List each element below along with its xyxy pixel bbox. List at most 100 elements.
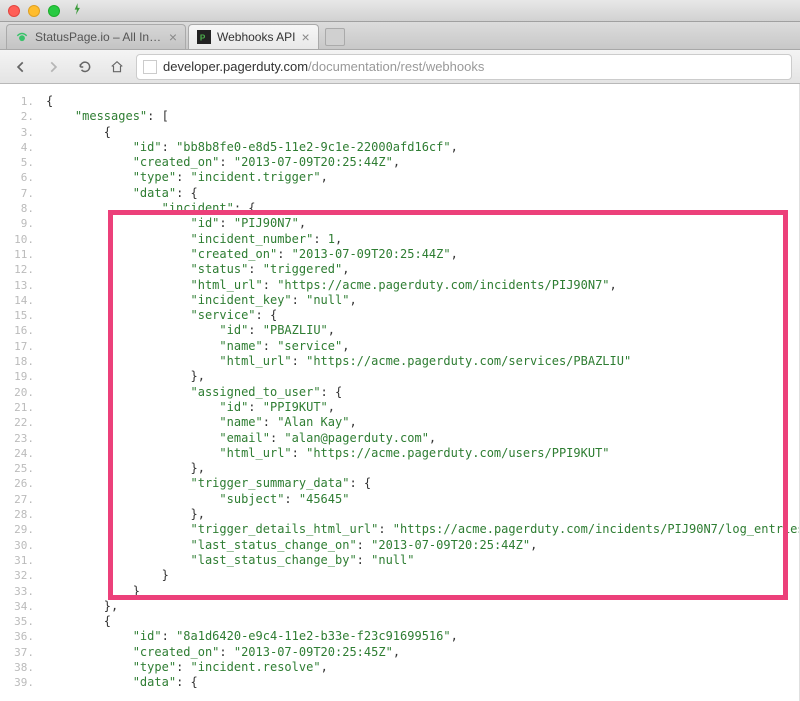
line-number: 30. — [14, 538, 46, 553]
line-content: "html_url": "https://acme.pagerduty.com/… — [46, 278, 799, 293]
forward-button[interactable] — [40, 55, 66, 79]
line-content: "name": "Alan Kay", — [46, 415, 799, 430]
line-number: 4. — [14, 140, 46, 155]
code-line: 20. "assigned_to_user": { — [14, 385, 799, 400]
browser-tab[interactable]: StatusPage.io – All Incide × — [6, 24, 186, 49]
code-line: 10. "incident_number": 1, — [14, 232, 799, 247]
url-host: developer.pagerduty.com — [163, 59, 308, 74]
code-line: 8. "incident": { — [14, 201, 799, 216]
line-content: "last_status_change_on": "2013-07-09T20:… — [46, 538, 799, 553]
window-titlebar — [0, 0, 800, 22]
window-close-button[interactable] — [8, 5, 20, 17]
line-content: } — [46, 584, 799, 599]
window-maximize-button[interactable] — [48, 5, 60, 17]
line-number: 22. — [14, 415, 46, 430]
tab-close-icon[interactable]: × — [302, 29, 310, 45]
line-number: 20. — [14, 385, 46, 400]
app-indicator-icon — [70, 2, 84, 19]
line-number: 12. — [14, 262, 46, 277]
line-number: 9. — [14, 216, 46, 231]
code-line: 24. "html_url": "https://acme.pagerduty.… — [14, 446, 799, 461]
line-number: 37. — [14, 645, 46, 660]
url-path: /documentation/rest/webhooks — [308, 59, 484, 74]
line-number: 18. — [14, 354, 46, 369]
tab-close-icon[interactable]: × — [169, 29, 177, 45]
line-number: 6. — [14, 170, 46, 185]
code-line: 29. "trigger_details_html_url": "https:/… — [14, 522, 799, 537]
url-bar[interactable]: developer.pagerduty.com/documentation/re… — [136, 54, 792, 80]
code-line: 22. "name": "Alan Kay", — [14, 415, 799, 430]
code-line: 5. "created_on": "2013-07-09T20:25:44Z", — [14, 155, 799, 170]
line-number: 16. — [14, 323, 46, 338]
line-content: "data": { — [46, 186, 799, 201]
window-minimize-button[interactable] — [28, 5, 40, 17]
statuspage-favicon — [15, 30, 29, 44]
tab-title: StatusPage.io – All Incide — [35, 30, 163, 44]
line-content: "name": "service", — [46, 339, 799, 354]
code-line: 30. "last_status_change_on": "2013-07-09… — [14, 538, 799, 553]
code-line: 6. "type": "incident.trigger", — [14, 170, 799, 185]
back-button[interactable] — [8, 55, 34, 79]
code-line: 1.{ — [14, 94, 799, 109]
line-number: 13. — [14, 278, 46, 293]
line-content: "assigned_to_user": { — [46, 385, 799, 400]
page-favicon — [143, 60, 157, 74]
line-number: 26. — [14, 476, 46, 491]
line-number: 19. — [14, 369, 46, 384]
code-line: 25. }, — [14, 461, 799, 476]
code-line: 36. "id": "8a1d6420-e9c4-11e2-b33e-f23c9… — [14, 629, 799, 644]
line-content: "id": "bb8b8fe0-e8d5-11e2-9c1e-22000afd1… — [46, 140, 799, 155]
line-number: 1. — [14, 94, 46, 109]
line-content: "id": "8a1d6420-e9c4-11e2-b33e-f23c91699… — [46, 629, 799, 644]
line-number: 28. — [14, 507, 46, 522]
line-content: "created_on": "2013-07-09T20:25:44Z", — [46, 247, 799, 262]
line-number: 5. — [14, 155, 46, 170]
code-line: 33. } — [14, 584, 799, 599]
code-line: 28. }, — [14, 507, 799, 522]
code-line: 13. "html_url": "https://acme.pagerduty.… — [14, 278, 799, 293]
line-number: 15. — [14, 308, 46, 323]
code-line: 14. "incident_key": "null", — [14, 293, 799, 308]
line-content: }, — [46, 461, 799, 476]
line-number: 10. — [14, 232, 46, 247]
reload-button[interactable] — [72, 55, 98, 79]
line-number: 36. — [14, 629, 46, 644]
line-number: 32. — [14, 568, 46, 583]
code-line: 12. "status": "triggered", — [14, 262, 799, 277]
line-content: "type": "incident.resolve", — [46, 660, 799, 675]
line-content: "data": { — [46, 675, 799, 690]
line-number: 27. — [14, 492, 46, 507]
line-content: { — [46, 125, 799, 140]
traffic-lights — [8, 5, 60, 17]
code-line: 32. } — [14, 568, 799, 583]
line-number: 25. — [14, 461, 46, 476]
line-number: 17. — [14, 339, 46, 354]
code-line: 7. "data": { — [14, 186, 799, 201]
new-tab-button[interactable] — [325, 28, 345, 46]
code-line: 34. }, — [14, 599, 799, 614]
line-number: 38. — [14, 660, 46, 675]
line-number: 33. — [14, 584, 46, 599]
code-line: 2. "messages": [ — [14, 109, 799, 124]
code-line: 39. "data": { — [14, 675, 799, 690]
line-content: "id": "PPI9KUT", — [46, 400, 799, 415]
line-content: { — [46, 614, 799, 629]
code-line: 9. "id": "PIJ90N7", — [14, 216, 799, 231]
pagerduty-favicon: P — [197, 30, 211, 44]
line-content: }, — [46, 507, 799, 522]
home-button[interactable] — [104, 55, 130, 79]
line-number: 11. — [14, 247, 46, 262]
code-line: 19. }, — [14, 369, 799, 384]
browser-tab[interactable]: PWebhooks API× — [188, 24, 319, 49]
code-line: 35. { — [14, 614, 799, 629]
line-number: 7. — [14, 186, 46, 201]
line-number: 24. — [14, 446, 46, 461]
line-content: "created_on": "2013-07-09T20:25:45Z", — [46, 645, 799, 660]
code-line: 38. "type": "incident.resolve", — [14, 660, 799, 675]
line-content: }, — [46, 599, 799, 614]
code-viewer[interactable]: 1.{2. "messages": [3. {4. "id": "bb8b8fe… — [0, 84, 800, 701]
line-content: "trigger_summary_data": { — [46, 476, 799, 491]
line-content: "subject": "45645" — [46, 492, 799, 507]
line-number: 31. — [14, 553, 46, 568]
line-content: "trigger_details_html_url": "https://acm… — [46, 522, 800, 537]
